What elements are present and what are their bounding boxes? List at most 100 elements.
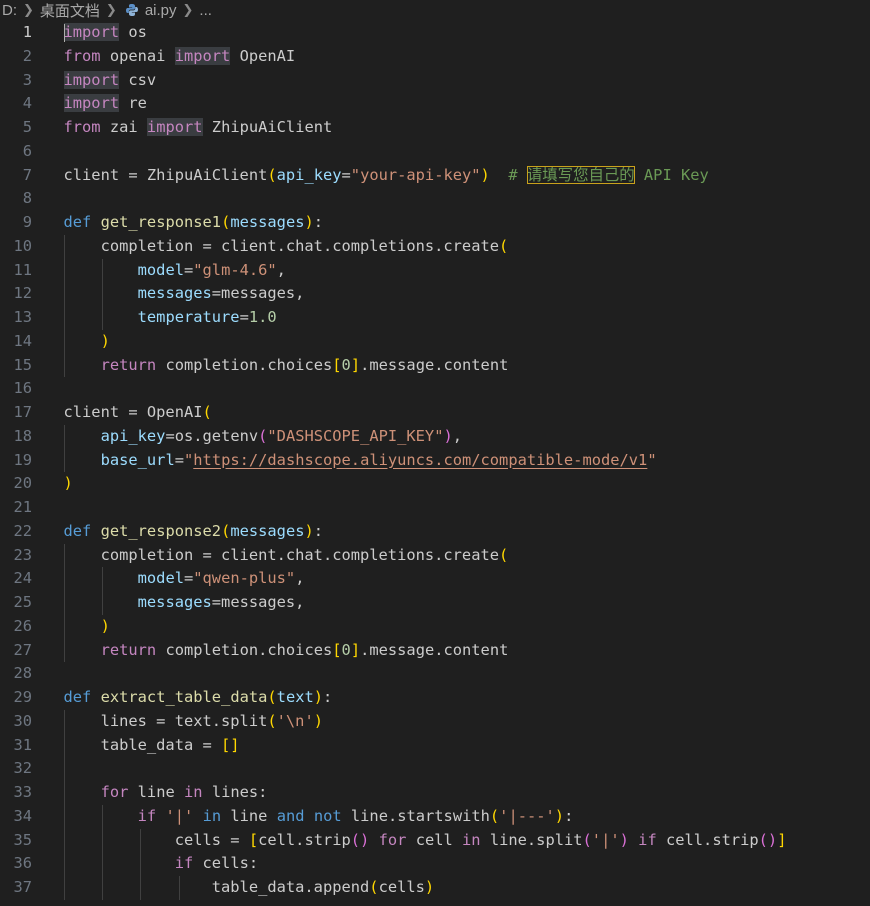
code-token: ) [480, 165, 490, 184]
code-token: client = ZhipuAiClient [63, 165, 268, 184]
breadcrumb-drive[interactable]: D: [0, 2, 19, 19]
code-line[interactable]: 23 completion = client.chat.completions.… [0, 544, 870, 568]
code-line[interactable]: 32 [0, 757, 870, 781]
code-line[interactable]: 33 for line in lines: [0, 781, 870, 805]
code-text: ) [64, 472, 73, 496]
code-line[interactable]: 31 table_data = [] [0, 734, 870, 758]
code-token: =messages, [211, 593, 305, 611]
code-token: in [202, 806, 222, 825]
code-text: table_data.append(cells) [64, 876, 434, 900]
code-token: ) [443, 426, 453, 445]
python-file-icon [125, 3, 139, 17]
code-token: cell.strip [656, 830, 759, 849]
code-text: cells = [cell.strip() for cell in line.s… [64, 829, 787, 853]
code-token: model [137, 260, 184, 279]
code-line[interactable]: 37 table_data.append(cells) [0, 876, 870, 900]
code-line[interactable]: 20) [0, 472, 870, 496]
code-token: cell [406, 830, 463, 849]
code-line[interactable]: 9 def get_response1(messages): [0, 211, 870, 235]
code-token: if [137, 806, 157, 825]
code-line[interactable]: 5 from zai import ZhipuAiClient [0, 116, 870, 140]
code-token: ( [582, 830, 592, 849]
code-line[interactable]: 25 messages=messages, [0, 591, 870, 615]
code-line[interactable]: 30 lines = text.split('\n') [0, 710, 870, 734]
line-number: 30 [13, 711, 32, 730]
line-number: 7 [22, 165, 32, 184]
code-token: [ [332, 355, 342, 374]
code-token: completion = client.chat.completions.cre… [63, 236, 499, 255]
breadcrumb-more[interactable]: ... [197, 2, 214, 19]
code-line[interactable]: 2 from openai import OpenAI [0, 45, 870, 69]
code-line[interactable]: 36 if cells: [0, 852, 870, 876]
code-token: ( [369, 878, 379, 896]
code-text: ) [64, 330, 110, 354]
code-line[interactable]: 21 [0, 496, 870, 520]
code-line[interactable]: 13 temperature=1.0 [0, 306, 870, 330]
code-token: ] [777, 830, 787, 849]
code-token: temperature [137, 308, 240, 326]
code-line[interactable]: 6 [0, 140, 870, 164]
code-line[interactable]: 27 return completion.choices[0].message.… [0, 639, 870, 663]
code-line[interactable]: 29 def extract_table_data(text): [0, 686, 870, 710]
line-number: 32 [13, 759, 32, 778]
code-token: ( [221, 521, 231, 540]
code-line[interactable]: 7 client = ZhipuAiClient(api_key="your-ap… [0, 164, 870, 188]
code-token: '|' [165, 806, 194, 825]
code-line[interactable]: 11 model="glm-4.6", [0, 259, 870, 283]
code-token: cells: [193, 854, 259, 873]
code-token: completion.choices [156, 640, 333, 659]
code-line[interactable]: 18 api_key=os.getenv("DASHSCOPE_API_KEY"… [0, 425, 870, 449]
line-number: 10 [13, 236, 32, 255]
code-text: temperature=1.0 [64, 306, 277, 330]
code-token: '|' [591, 830, 620, 849]
code-text: completion = client.chat.completions.cre… [64, 544, 509, 568]
breadcrumb-folder[interactable]: 桌面文档 [38, 0, 102, 20]
code-line[interactable]: 12 messages=messages, [0, 282, 870, 306]
code-line[interactable]: 28 [0, 662, 870, 686]
code-line[interactable]: 35 cells = [cell.strip() for cell in lin… [0, 829, 870, 853]
code-line[interactable]: 17 client = OpenAI( [0, 401, 870, 425]
indent-guide [63, 543, 65, 663]
code-editor[interactable]: 1 import os 2 from openai import OpenAI 3 imp… [0, 21, 870, 906]
code-token: = [183, 569, 194, 588]
code-line[interactable]: 8 [0, 187, 870, 211]
code-token: lines: [202, 783, 268, 801]
code-text: import csv [63, 69, 156, 93]
code-line[interactable]: 4 import re [0, 92, 870, 116]
code-line[interactable]: 26 ) [0, 615, 870, 639]
code-token: : [313, 521, 324, 540]
indent-guide [101, 567, 103, 615]
line-number: 21 [13, 498, 32, 516]
code-token: 0 [341, 355, 351, 374]
code-line[interactable]: 19 base_url="https://dashscope.aliyuncs.… [0, 449, 870, 473]
code-text: if cells: [64, 852, 259, 876]
code-token: "DASHSCOPE_API_KEY" [267, 426, 444, 445]
code-token: cells = [63, 830, 249, 849]
code-line[interactable]: 34 if '|' in line and not line.startswit… [0, 805, 870, 829]
code-line[interactable]: 16 [0, 377, 870, 401]
code-token: completion.choices [156, 355, 333, 374]
code-token: get_response2 [100, 521, 222, 540]
code-line[interactable]: 1 import os [0, 21, 870, 45]
code-token: '|---' [499, 806, 555, 825]
code-line[interactable]: 24 model="qwen-plus", [0, 567, 870, 591]
code-line[interactable]: 3 import csv [0, 69, 870, 93]
code-line[interactable]: 22 def get_response2(messages): [0, 520, 870, 544]
line-number: 4 [22, 94, 32, 113]
code-line[interactable]: 14 ) [0, 330, 870, 354]
code-line[interactable]: 15 return completion.choices[0].message.… [0, 354, 870, 378]
code-line[interactable]: 10 completion = client.chat.completions.… [0, 235, 870, 259]
breadcrumb-file[interactable]: ai.py [143, 2, 179, 19]
code-token: 0 [341, 640, 351, 659]
code-text: lines = text.split('\n') [64, 710, 323, 734]
code-token: ) [619, 830, 629, 849]
indent-guide [140, 828, 142, 900]
code-token: def [63, 213, 92, 231]
code-token: OpenAI [230, 46, 296, 65]
